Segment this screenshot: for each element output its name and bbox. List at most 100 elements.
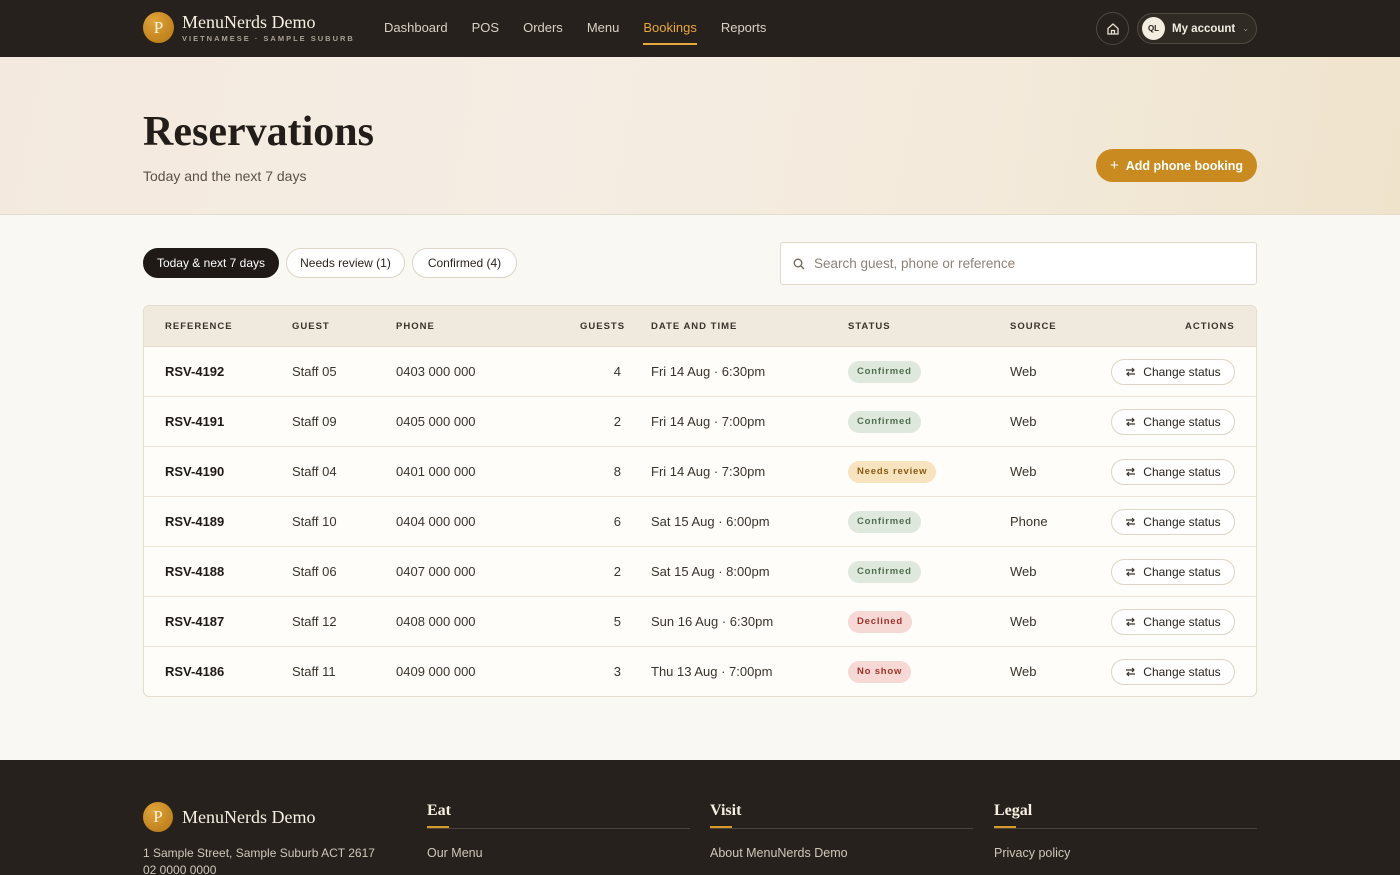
page-header: Reservations Today and the next 7 days +… [0,57,1400,215]
filter-today-next-7-days[interactable]: Today & next 7 days [143,248,279,278]
main-nav: Dashboard POS Orders Menu Bookings Repor… [384,0,790,57]
footer-phone: 02 0000 0000 [143,863,217,875]
status-badge: No show [848,661,912,683]
column-header-guests: GUESTS [580,321,626,332]
account-menu-button[interactable]: QL My account ⌄ [1137,13,1257,44]
footer-logo: P [143,802,173,832]
guest-name: Staff 10 [292,514,337,529]
nav-reports[interactable]: Reports [721,0,767,57]
column-header-phone: PHONE [396,321,435,332]
footer-column-eat: Eat Our Menu [427,802,690,860]
footer-contact: 1 Sample Street, Sample Suburb ACT 2617 … [143,845,375,875]
table-header: REFERENCE GUEST PHONE GUESTS DATE AND TI… [144,306,1256,347]
change-status-button[interactable]: Change status [1111,359,1235,385]
guest-count: 3 [613,664,621,679]
guest-phone: 0405 000 000 [396,414,476,429]
search-icon [793,258,805,269]
guest-count: 5 [613,614,621,629]
table-row: RSV-4187 Staff 12 0408 000 000 5 Sun 16 Aug … [144,597,1256,647]
status-badge: Confirmed [848,361,921,383]
guest-phone: 0407 000 000 [396,564,476,579]
change-status-button[interactable]: Change status [1111,659,1235,685]
reservation-datetime: Fri 14 Aug · 7:30pm [651,464,766,479]
add-phone-booking-label: Add phone booking [1125,158,1244,173]
nav-bookings[interactable]: Bookings [643,0,698,57]
guest-count: 2 [613,414,621,429]
guest-count: 8 [613,464,621,479]
reservation-reference: RSV-4188 [165,564,225,579]
brand-logo: P [143,12,174,43]
status-badge: Confirmed [848,511,921,533]
reservation-datetime: Fri 14 Aug · 6:30pm [651,364,766,379]
plus-icon: + [1109,157,1119,174]
nav-menu[interactable]: Menu [587,0,620,57]
search-box [780,242,1257,285]
guest-name: Staff 05 [292,364,337,379]
table-row: RSV-4191 Staff 09 0405 000 000 2 Fri 14 Aug … [144,397,1256,447]
footer-column-visit: Visit About MenuNerds Demo [710,802,973,860]
add-phone-booking-button[interactable]: + Add phone booking [1096,149,1257,182]
brand-tagline: VIETNAMESE · SAMPLE SUBURB [182,33,355,43]
table-row: RSV-4190 Staff 04 0401 000 000 8 Fri 14 Aug … [144,447,1256,497]
guest-phone: 0409 000 000 [396,664,476,679]
booking-source: Web [1010,664,1037,679]
footer-column-legal: Legal Privacy policy [994,802,1257,860]
reservation-datetime: Fri 14 Aug · 7:00pm [651,414,766,429]
guest-count: 4 [613,364,621,379]
brand[interactable]: P MenuNerds Demo VIETNAMESE · SAMPLE SUB… [143,12,355,43]
filter-confirmed[interactable]: Confirmed (4) [412,248,517,278]
swap-arrows-icon [1125,367,1136,377]
swap-arrows-icon [1125,617,1136,627]
chevron-down-icon: ⌄ [1242,24,1249,33]
change-status-label: Change status [1143,465,1221,479]
nav-dashboard[interactable]: Dashboard [384,0,448,57]
table-row: RSV-4189 Staff 10 0404 000 000 6 Sat 15 Aug … [144,497,1256,547]
guest-name: Staff 06 [292,564,337,579]
guest-phone: 0404 000 000 [396,514,476,529]
change-status-button[interactable]: Change status [1111,409,1235,435]
footer-link-privacy-policy[interactable]: Privacy policy [994,846,1257,860]
change-status-button[interactable]: Change status [1111,509,1235,535]
footer-link-our-menu[interactable]: Our Menu [427,846,690,860]
table-row: RSV-4192 Staff 05 0403 000 000 4 Fri 14 Aug … [144,347,1256,397]
swap-arrows-icon [1125,517,1136,527]
reservation-reference: RSV-4186 [165,664,225,679]
nav-pos[interactable]: POS [472,0,499,57]
change-status-button[interactable]: Change status [1111,459,1235,485]
booking-source: Web [1010,614,1037,629]
guest-count: 6 [613,514,621,529]
footer-link-about[interactable]: About MenuNerds Demo [710,846,973,860]
swap-arrows-icon [1125,417,1136,427]
guest-count: 2 [613,564,621,579]
brand-name: MenuNerds Demo [182,11,316,32]
status-badge: Confirmed [848,561,921,583]
column-header-guest: GUEST [292,321,330,332]
change-status-button[interactable]: Change status [1111,559,1235,585]
nav-orders[interactable]: Orders [523,0,563,57]
status-badge: Needs review [848,461,937,483]
avatar: QL [1142,17,1165,40]
guest-name: Staff 12 [292,614,337,629]
change-status-label: Change status [1143,565,1221,579]
change-status-button[interactable]: Change status [1111,609,1235,635]
booking-source: Phone [1010,514,1048,529]
guest-phone: 0403 000 000 [396,364,476,379]
guest-name: Staff 11 [292,664,336,679]
guest-phone: 0401 000 000 [396,464,476,479]
change-status-label: Change status [1143,415,1221,429]
column-header-status: STATUS [848,321,891,332]
footer-heading-visit: Visit [710,802,741,828]
search-input[interactable] [814,256,1234,271]
booking-source: Web [1010,564,1037,579]
footer-address: 1 Sample Street, Sample Suburb ACT 2617 [143,846,375,860]
change-status-label: Change status [1143,665,1221,679]
status-badge: Declined [848,611,912,633]
guest-phone: 0408 000 000 [396,614,476,629]
filter-needs-review[interactable]: Needs review (1) [286,248,405,278]
change-status-label: Change status [1143,615,1221,629]
guest-name: Staff 09 [292,414,337,429]
guest-name: Staff 04 [292,464,337,479]
column-header-source: SOURCE [1010,321,1057,332]
home-button[interactable] [1096,12,1129,45]
reservation-reference: RSV-4190 [165,464,225,479]
